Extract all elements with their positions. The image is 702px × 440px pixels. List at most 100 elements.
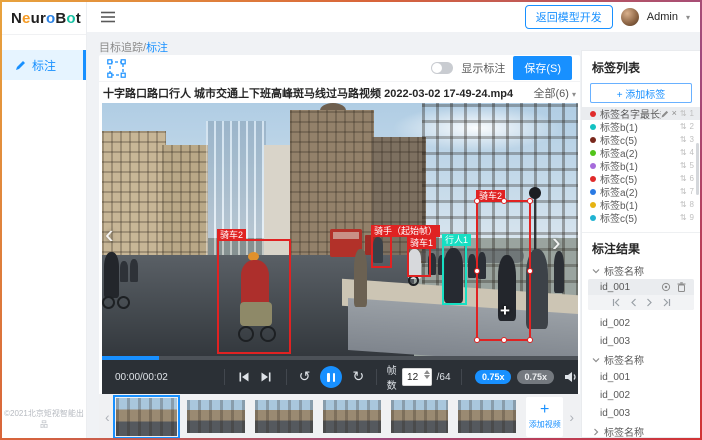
- sort-icon[interactable]: ⇅: [680, 135, 687, 144]
- annotation-box[interactable]: 骑车1: [407, 247, 431, 277]
- breadcrumb-current[interactable]: 标注: [146, 42, 168, 54]
- label-color-dot: [590, 202, 596, 208]
- logo-part: ur: [31, 10, 46, 27]
- label-index: 8: [690, 200, 694, 209]
- video-thumbnail-selected[interactable]: [116, 398, 178, 436]
- scene-building: [162, 145, 208, 263]
- label-color-dot: [590, 124, 596, 130]
- top-header: 返回模型开发 Admin ▾: [87, 2, 700, 32]
- result-item[interactable]: id_003: [582, 405, 700, 421]
- show-annotation-toggle[interactable]: [431, 62, 453, 74]
- label-index: 3: [690, 135, 694, 144]
- video-thumbnail[interactable]: [255, 400, 313, 433]
- video-thumbnail[interactable]: [391, 400, 449, 433]
- sidebar-item-annotate[interactable]: 标注: [2, 50, 86, 80]
- speed-button[interactable]: 0.75x: [517, 370, 554, 384]
- sort-icon[interactable]: ⇅: [680, 200, 687, 209]
- sidebar-item-label: 标注: [32, 57, 56, 74]
- menu-fold-icon[interactable]: [101, 11, 115, 23]
- delete-icon[interactable]: ×: [672, 109, 677, 118]
- resize-handle[interactable]: [527, 268, 533, 274]
- logo-part: B: [55, 10, 66, 27]
- trash-icon[interactable]: [677, 282, 686, 292]
- resize-handle[interactable]: [474, 337, 480, 343]
- annotation-box-label: 骑车2: [217, 229, 246, 241]
- result-item[interactable]: id_002: [582, 315, 700, 331]
- resize-handle[interactable]: [474, 268, 480, 274]
- step-down-icon[interactable]: [424, 375, 430, 379]
- username[interactable]: Admin: [647, 11, 678, 23]
- sort-icon[interactable]: ⇅: [680, 122, 687, 131]
- add-label-button[interactable]: + 添加标签: [590, 83, 692, 103]
- breadcrumb-parent[interactable]: 目标追踪: [99, 42, 143, 54]
- rect-select-tool[interactable]: [107, 59, 126, 78]
- annotation-box[interactable]: 骑车2: [217, 239, 291, 354]
- label-index: 5: [690, 161, 694, 170]
- resize-handle[interactable]: [474, 198, 480, 204]
- video-frame-image[interactable]: 骑车2 骑手（起始帧） 骑车1 行人1 骑车2: [102, 103, 578, 356]
- annotation-box[interactable]: 行人1: [442, 244, 467, 305]
- breadcrumb: 目标追踪/标注: [99, 39, 168, 55]
- result-group-header[interactable]: 标签名称: [582, 263, 700, 278]
- prev-frame-button[interactable]: [238, 371, 250, 383]
- annotation-box[interactable]: 骑手（起始帧）: [371, 235, 392, 268]
- sort-icon[interactable]: ⇅: [680, 174, 687, 183]
- scene-wheel: [102, 296, 115, 309]
- next-frame-button[interactable]: [260, 371, 272, 383]
- resize-handle[interactable]: [527, 198, 533, 204]
- frame-stepper[interactable]: [424, 370, 430, 379]
- back-to-model-dev-button[interactable]: 返回模型开发: [525, 5, 613, 29]
- result-group-header-collapsed[interactable]: 标签名称: [582, 424, 700, 439]
- speed-button-active[interactable]: 0.75x: [475, 370, 512, 384]
- label-name: 标签c(5): [600, 210, 637, 225]
- pause-button[interactable]: [320, 366, 342, 388]
- strip-next-arrow[interactable]: ›: [563, 409, 580, 425]
- video-thumbnail[interactable]: [187, 400, 245, 433]
- toggle-knob: [432, 63, 442, 73]
- result-id: id_003: [600, 336, 630, 347]
- forward-10-icon[interactable]: ↻: [352, 369, 364, 385]
- last-frame-icon[interactable]: [662, 298, 671, 307]
- visibility-icon[interactable]: [661, 282, 671, 292]
- edit-icon[interactable]: [661, 110, 669, 118]
- sort-icon[interactable]: ⇅: [680, 161, 687, 170]
- result-item-selected[interactable]: id_001: [588, 279, 694, 295]
- label-list-item[interactable]: 标签c(5) ⇅9: [582, 211, 700, 224]
- result-item[interactable]: id_003: [582, 333, 700, 349]
- pencil-icon: [15, 60, 26, 71]
- volume-icon[interactable]: [564, 371, 578, 383]
- result-item[interactable]: id_001: [582, 369, 700, 385]
- next-frame-arrow[interactable]: ›: [552, 229, 561, 255]
- avatar[interactable]: [621, 8, 639, 26]
- annotation-box-label: 行人1: [442, 234, 471, 246]
- scrollbar[interactable]: [696, 143, 699, 195]
- resize-handle[interactable]: [501, 198, 507, 204]
- selected-result-block: id_001: [588, 279, 694, 310]
- next-icon[interactable]: [646, 298, 653, 307]
- filter-dropdown[interactable]: 全部(6) ▾: [533, 85, 576, 101]
- result-id: id_002: [600, 318, 630, 329]
- divider: [582, 232, 700, 233]
- video-thumbnail[interactable]: [323, 400, 381, 433]
- save-button[interactable]: 保存(S): [513, 56, 572, 80]
- resize-handle[interactable]: [527, 337, 533, 343]
- add-video-button[interactable]: + 添加视频: [526, 397, 563, 437]
- strip-prev-arrow[interactable]: ‹: [99, 409, 116, 425]
- prev-frame-arrow[interactable]: ‹: [105, 221, 114, 247]
- sort-icon[interactable]: ⇅: [680, 187, 687, 196]
- prev-icon[interactable]: [630, 298, 637, 307]
- sort-icon[interactable]: ⇅: [680, 109, 687, 118]
- video-title: 十字路口路口行人 城市交通上下班高峰斑马线过马路视频 2022-03-02 17…: [103, 85, 513, 101]
- first-frame-icon[interactable]: [612, 298, 621, 307]
- annotation-box-label: 骑手（起始帧）: [371, 225, 440, 237]
- sort-icon[interactable]: ⇅: [680, 213, 687, 222]
- resize-handle[interactable]: [501, 337, 507, 343]
- rewind-10-icon[interactable]: ↺: [299, 369, 311, 385]
- result-item[interactable]: id_002: [582, 387, 700, 403]
- logo-part: o: [46, 10, 55, 27]
- result-group-header[interactable]: 标签名称: [582, 352, 700, 367]
- step-up-icon[interactable]: [424, 370, 430, 374]
- chevron-down-icon: ▾: [572, 90, 576, 99]
- video-thumbnail[interactable]: [458, 400, 516, 433]
- sort-icon[interactable]: ⇅: [680, 148, 687, 157]
